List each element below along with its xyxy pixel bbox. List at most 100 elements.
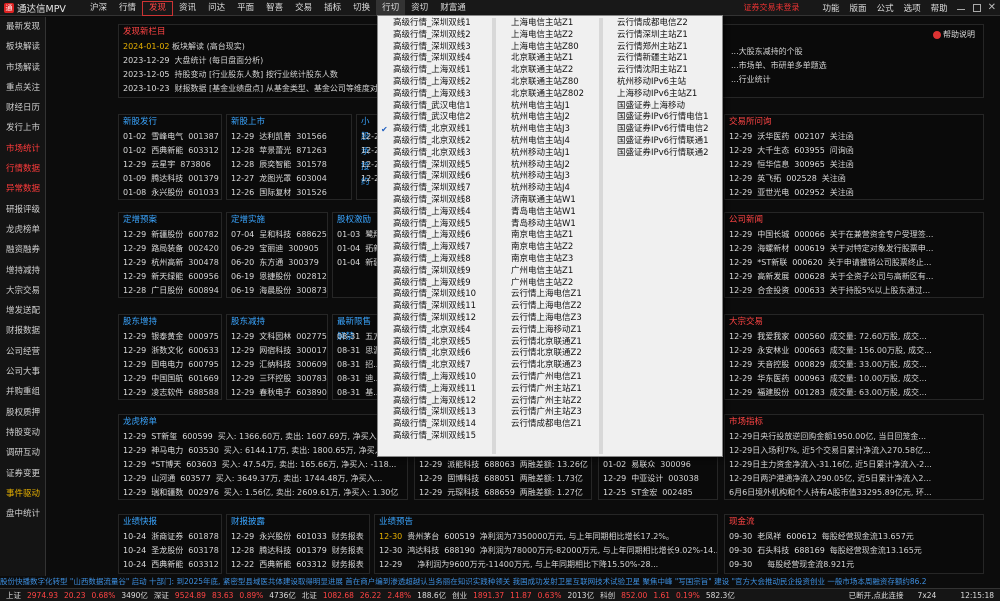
list-item[interactable]: 12-29 我爱我家 000560 成交量: 72.60万股, 成交...	[725, 330, 983, 344]
server-menu-item[interactable]: 云行情成都电信Z2	[604, 18, 722, 30]
server-menu-item[interactable]: 高级行情_深圳双线6	[380, 171, 490, 183]
list-item[interactable]: 01-02 西典新能 603312	[119, 144, 221, 158]
sidebar-item[interactable]: 市场统计	[0, 139, 45, 159]
list-item[interactable]: 08-31迪...	[333, 372, 377, 386]
list-item[interactable]: 12-28 苹景蕾光 871263	[227, 144, 351, 158]
list-item[interactable]: 12-29 大千生态 603955 问询函	[725, 144, 983, 158]
menu-caifutong[interactable]: 财富通	[434, 0, 472, 16]
server-menu-item[interactable]: 高级行情_上海双线1	[380, 65, 490, 77]
list-item[interactable]: 10-24 西典新能 603312	[119, 558, 221, 572]
list-item[interactable]: 12-29 山河通 603577 买入: 3649.37万, 卖出: 1744.48万…	[119, 472, 407, 486]
menu-banmian[interactable]: 版面	[850, 2, 867, 14]
server-menu-item[interactable]: 北京联通主站Z802	[498, 89, 598, 101]
server-menu-item[interactable]: 国盛证券上海移动	[604, 101, 722, 113]
server-menu-item[interactable]: 高级行情_北京双线7	[380, 360, 490, 372]
list-item[interactable]: 12-29 新天绿能 600956	[119, 270, 221, 284]
list-item[interactable]: 12-28 辰奕智能 301578	[227, 158, 351, 172]
server-menu-item[interactable]: 云行情上海电信Z1	[498, 289, 598, 301]
list-item[interactable]: 12-29 神马电力 603530 买入: 6144.17万, 卖出: 1800.65…	[119, 444, 407, 458]
maximize-icon[interactable]	[972, 3, 981, 12]
list-item[interactable]: 12-29 合金投资 000633 关于持股5%以上股东通过...	[725, 284, 983, 298]
panel-title[interactable]: 业绩预告	[375, 515, 717, 530]
server-menu-item[interactable]: 高级行情_深圳双线10	[380, 289, 490, 301]
panel-title[interactable]: 业绩快报	[119, 515, 221, 530]
list-item[interactable]: 10-24 浙商证券 601878	[119, 530, 221, 544]
panel-title[interactable]: 股东减持	[227, 315, 327, 330]
sidebar-item[interactable]: 盘中统计	[0, 504, 45, 524]
sidebar-item[interactable]: 大宗交易	[0, 281, 45, 301]
list-item[interactable]: 08-31招...	[333, 358, 377, 372]
server-menu-item[interactable]: 高级行情_深圳双线7	[380, 183, 490, 195]
list-item[interactable]: 12-29 云星宇 873806	[119, 158, 221, 172]
server-menu-item[interactable]: 高级行情_上海双线7	[380, 242, 490, 254]
list-item[interactable]: 12-29日央行投放逆回购金额1950.00亿, 当日回笼金...	[725, 430, 983, 444]
server-menu-item[interactable]: 云行情上海电信Z2	[498, 301, 598, 313]
list-item[interactable]: 12-29 杭州高新 300478	[119, 256, 221, 270]
server-menu-item[interactable]: 高级行情_深圳双线12	[380, 313, 490, 325]
server-menu-item[interactable]: 高级行情_上海双线5	[380, 219, 490, 231]
sidebar-item[interactable]: 最新发现	[0, 17, 45, 37]
server-menu-item[interactable]: 云行情新疆主站Z1	[604, 53, 722, 65]
server-menu-item[interactable]: 高级行情_北京双线5	[380, 337, 490, 349]
menu-hushen[interactable]: 沪深	[84, 0, 113, 16]
list-item[interactable]: 12-29 高新发展 000628 关于全资子公司与高新区有...	[725, 270, 983, 284]
sidebar-item[interactable]: 发行上市	[0, 118, 45, 138]
list-item[interactable]: 12-30 贵州茅台 600519 净利润为7350000万元, 与上年同期相比增长1…	[375, 530, 717, 544]
list-item[interactable]: 12-29 春秋电子 603890	[227, 386, 327, 400]
sidebar-item[interactable]: 财报数据	[0, 321, 45, 341]
index-name[interactable]: 深证	[154, 590, 169, 601]
sidebar-item[interactable]: 研报评级	[0, 200, 45, 220]
server-menu-item[interactable]: 青岛电信主站W1	[498, 207, 598, 219]
server-menu-item[interactable]: 高级行情_上海双线6	[380, 230, 490, 242]
list-item[interactable]: 12-29 路局装备 002420	[119, 242, 221, 256]
discover-right-line[interactable]: ...市场单、市研单多单题选	[727, 59, 827, 73]
server-menu-item[interactable]: 高级行情_上海双线9	[380, 278, 490, 290]
server-menu-item[interactable]: 高级行情_深圳双线5	[380, 160, 490, 172]
help-link[interactable]: 帮助说明	[933, 29, 975, 40]
server-menu-item[interactable]: 杭州电信主站J1	[498, 101, 598, 113]
list-item[interactable]: 12-29 华东医药 000963 成交量: 10.00万股, 成交...	[725, 372, 983, 386]
list-item[interactable]: 08-31思源...	[333, 344, 377, 358]
panel-title[interactable]: 新股发行	[119, 115, 221, 130]
server-menu-item[interactable]: 南京电信主站Z3	[498, 254, 598, 266]
list-item[interactable]: 06-20 东方通 300379	[227, 256, 327, 270]
list-item[interactable]: 12-29 英飞拓 002528 关注函	[725, 172, 983, 186]
panel-title[interactable]: 财报披露	[227, 515, 369, 530]
menu-pingmian[interactable]: 平面	[231, 0, 260, 16]
sidebar-item[interactable]: 增持减持	[0, 261, 45, 281]
panel-title[interactable]: 龙虎榜单	[119, 415, 407, 430]
panel-title[interactable]: 小股承接约	[357, 115, 377, 187]
list-item[interactable]: 12-29 元琛科技 688659 两融差额: 1.27亿	[415, 486, 591, 500]
panel-title[interactable]: 股东增持	[119, 315, 221, 330]
list-item[interactable]: 12-29 瑞和疆数 002976 买入: 1.56亿, 卖出: 2609.61万, …	[119, 486, 407, 500]
list-item[interactable]: 12-29 三环控股 300783	[227, 372, 327, 386]
list-item[interactable]: 08-31五方...	[333, 330, 377, 344]
server-menu-item[interactable]: 云行情北京联通Z3	[498, 360, 598, 372]
list-item[interactable]: 12-28 腾达科技 001379 财务报表	[227, 544, 369, 558]
connection-status[interactable]: 已断开,点此连接	[849, 590, 904, 601]
list-item[interactable]: 12-29	[357, 172, 377, 186]
sidebar-item[interactable]: 事件驱动	[0, 484, 45, 504]
list-item[interactable]: 12-29 浙数文化 600633	[119, 344, 221, 358]
server-menu-item[interactable]: 国盛证券IPv6行情联通2	[604, 148, 722, 160]
server-menu-item[interactable]: 南京电信主站Z1	[498, 230, 598, 242]
list-item[interactable]: 12-29 达利凯普 301566	[227, 130, 351, 144]
server-menu-item[interactable]: 高级行情_深圳双线1	[380, 18, 490, 30]
server-menu-item[interactable]: 高级行情_上海双线2	[380, 77, 490, 89]
server-menu-item[interactable]: 杭州电信主站J2	[498, 112, 598, 124]
server-menu-item[interactable]: 杭州移动IPv6主站	[604, 77, 722, 89]
server-menu-item[interactable]: 国盛证券IPv6行情联通1	[604, 136, 722, 148]
server-menu-item[interactable]: 杭州电信主站J4	[498, 136, 598, 148]
menu-ziqie[interactable]: 资切	[405, 0, 434, 16]
list-item[interactable]: 09-30 老凤祥 600612 每股经营现金流13.657元	[725, 530, 983, 544]
menu-qiehuan[interactable]: 切换	[347, 0, 376, 16]
server-menu-item[interactable]: 上海电信主站Z80	[498, 42, 598, 54]
list-item[interactable]: 12-29 沃华医药 002107 关注函	[725, 130, 983, 144]
list-item[interactable]: 12-29 ST新玺 600599 买入: 1366.60万, 卖出: 1607.69…	[119, 430, 407, 444]
discover-right-line[interactable]: ...大股东减持的个股	[727, 45, 827, 59]
server-menu-item[interactable]: 云行情郑州主站Z1	[604, 42, 722, 54]
server-menu-item[interactable]: 杭州移动主站J3	[498, 171, 598, 183]
list-item[interactable]: 06-19 恩捷股份 002812	[227, 270, 327, 284]
server-menu-item[interactable]: 杭州移动主站J2	[498, 160, 598, 172]
server-menu-item[interactable]: 青岛移动主站W1	[498, 219, 598, 231]
